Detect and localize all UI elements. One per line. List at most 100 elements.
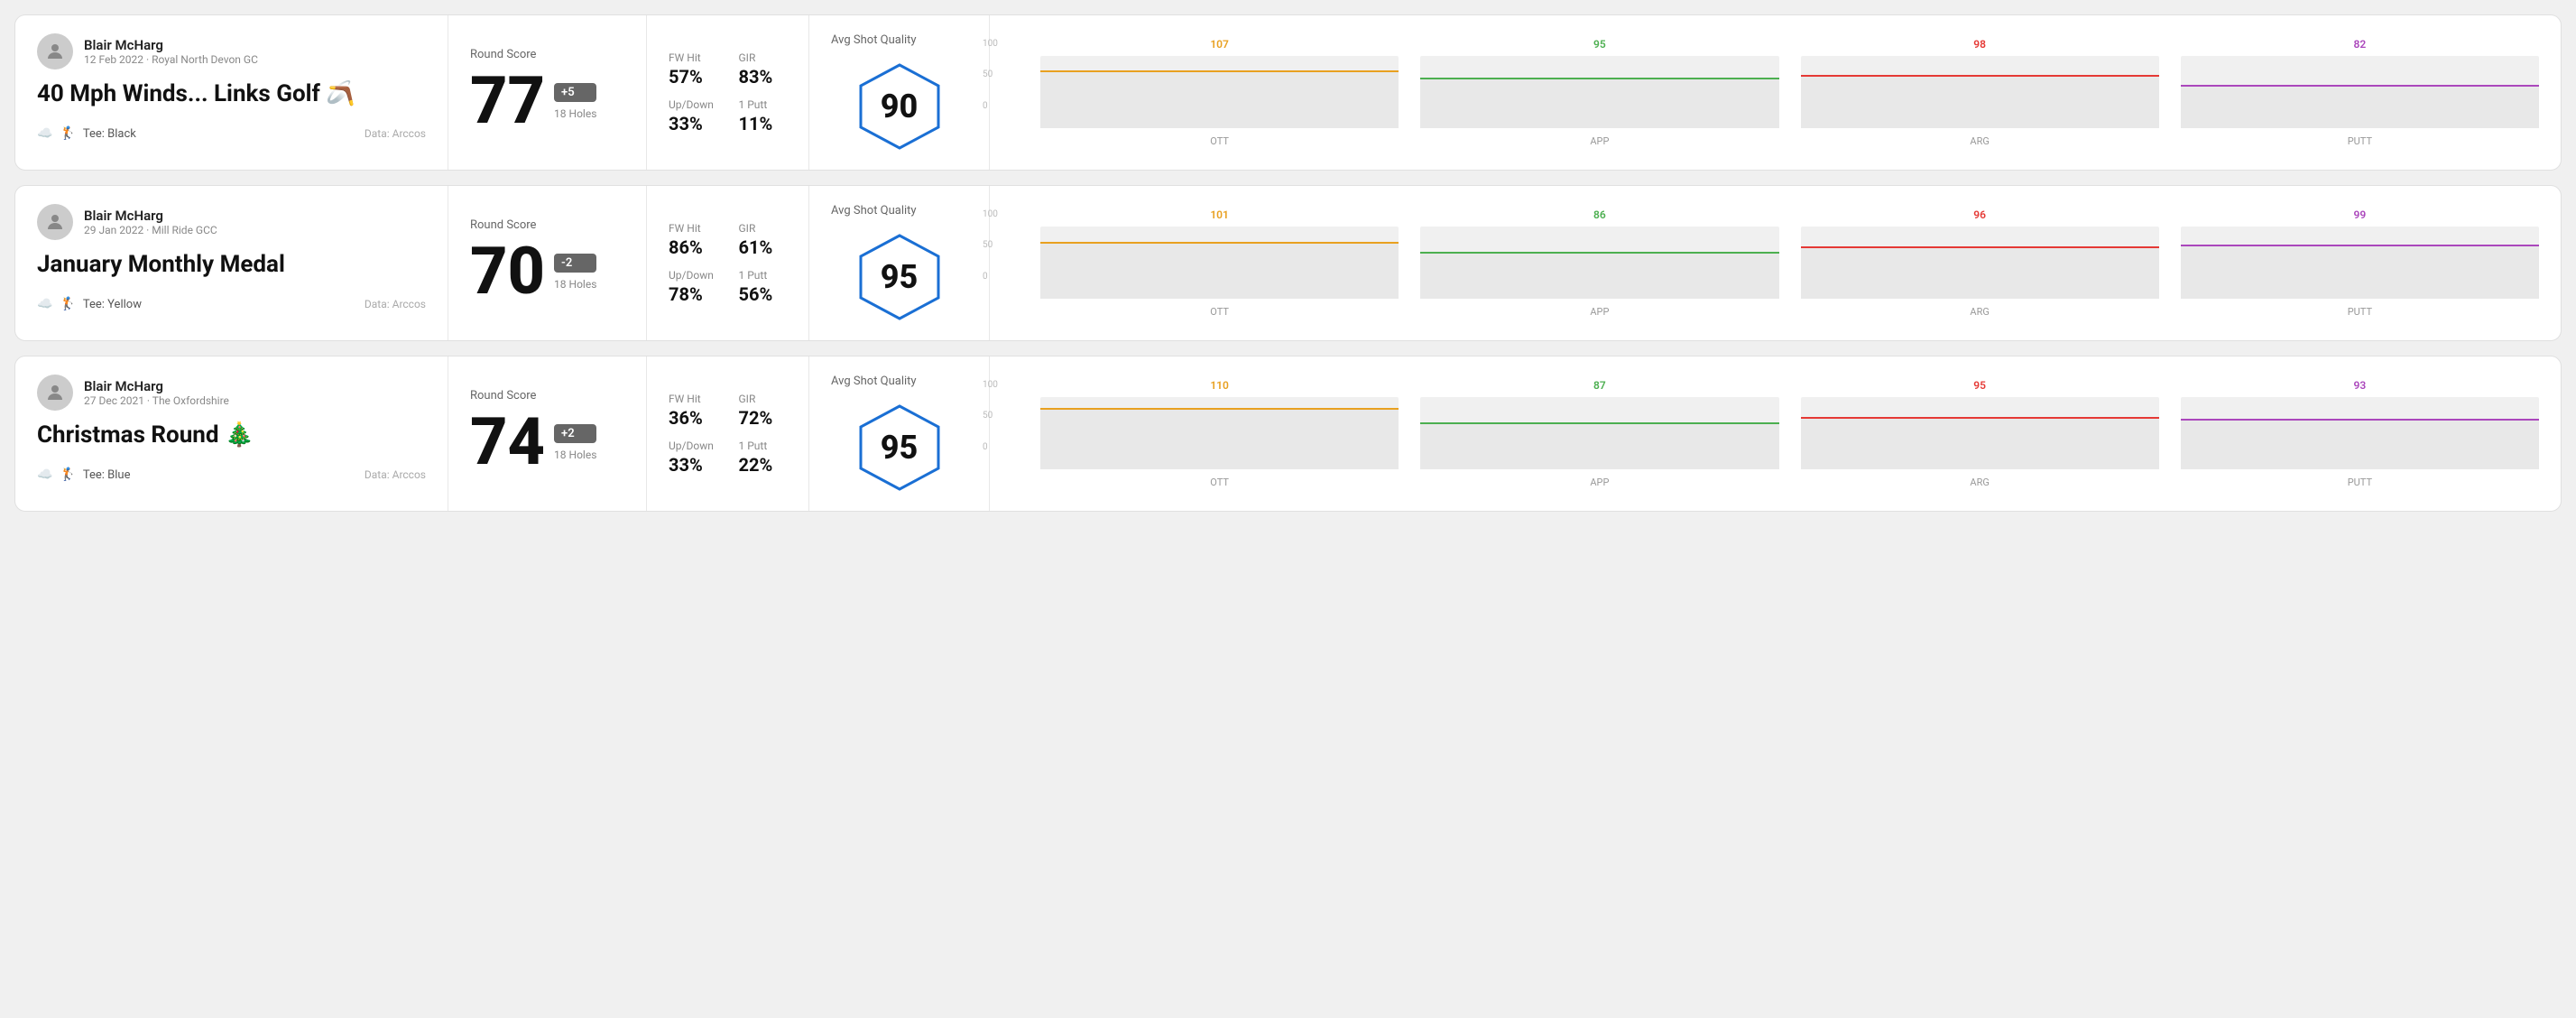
bar-value-label: 99 <box>2354 208 2367 221</box>
card-stats: FW Hit 36% GIR 72% Up/Down 33% 1 Putt 22… <box>647 356 809 511</box>
bar-wrapper <box>1040 56 1399 128</box>
stat-updown: Up/Down 33% <box>669 440 717 476</box>
bar-group-ott: 101 OTT <box>1040 208 1399 318</box>
user-name: Blair McHarg <box>84 208 217 224</box>
score-badge: +2 <box>554 424 596 443</box>
bar-value-label: 95 <box>1973 379 1986 392</box>
bar-value-label: 93 <box>2354 379 2367 392</box>
round-title: January Monthly Medal <box>37 251 426 279</box>
score-meta: -2 18 Holes <box>554 254 596 291</box>
quality-label: Avg Shot Quality <box>831 375 917 388</box>
fw-hit-label: FW Hit <box>669 51 717 64</box>
score-row: 70 -2 18 Holes <box>470 239 624 304</box>
card-chart: 100 50 0 110 OTT 87 APP <box>990 356 2561 511</box>
updown-value: 33% <box>669 113 717 134</box>
bar-axis-label: ARG <box>1970 306 1989 318</box>
weather-icon: ☁️ <box>37 126 52 141</box>
oneputt-label: 1 Putt <box>739 440 788 452</box>
oneputt-label: 1 Putt <box>739 98 788 111</box>
bar-fill <box>2181 419 2539 469</box>
round-card: Blair McHarg 29 Jan 2022 · Mill Ride GCC… <box>14 185 2562 341</box>
card-footer: ☁️ 🏌️ Tee: Blue Data: Arccos <box>37 467 426 482</box>
card-middle: Round Score 77 +5 18 Holes <box>448 15 647 170</box>
gir-value: 83% <box>739 66 788 88</box>
oneputt-value: 22% <box>739 454 788 476</box>
weather-icon: ☁️ <box>37 467 52 482</box>
stat-oneputt: 1 Putt 11% <box>739 98 788 134</box>
hexagon-container: 95 <box>854 403 945 493</box>
bar-value-label: 96 <box>1973 208 1986 221</box>
stat-gir: GIR 72% <box>739 393 788 429</box>
round-score-label: Round Score <box>470 218 624 232</box>
tee-label: Tee: Yellow <box>83 298 142 311</box>
bar-wrapper <box>2181 227 2539 299</box>
bar-axis-label: PUTT <box>2348 306 2372 318</box>
score-badge: +5 <box>554 83 596 102</box>
card-chart: 100 50 0 101 OTT 86 APP <box>990 186 2561 340</box>
user-details: Blair McHarg 27 Dec 2021 · The Oxfordshi… <box>84 378 229 407</box>
card-stats: FW Hit 57% GIR 83% Up/Down 33% 1 Putt 11… <box>647 15 809 170</box>
bar-fill <box>1040 70 1399 128</box>
user-meta: 12 Feb 2022 · Royal North Devon GC <box>84 53 258 66</box>
bar-value-label: 82 <box>2354 38 2367 51</box>
gir-label: GIR <box>739 222 788 235</box>
updown-label: Up/Down <box>669 98 717 111</box>
tee-info: ☁️ 🏌️ Tee: Blue <box>37 467 130 482</box>
card-left: Blair McHarg 27 Dec 2021 · The Oxfordshi… <box>15 356 448 511</box>
bar-axis-label: PUTT <box>2348 135 2372 147</box>
bar-group-app: 86 APP <box>1420 208 1778 318</box>
card-chart: 100 50 0 107 OTT 95 APP <box>990 15 2561 170</box>
stat-fw-hit: FW Hit 36% <box>669 393 717 429</box>
stat-fw-hit: FW Hit 86% <box>669 222 717 258</box>
bar-group-putt: 93 PUTT <box>2181 379 2539 488</box>
updown-value: 78% <box>669 283 717 305</box>
bag-icon: 🏌️ <box>60 126 75 141</box>
bar-axis-label: ARG <box>1970 477 1989 488</box>
fw-hit-label: FW Hit <box>669 393 717 405</box>
bar-axis-label: APP <box>1590 135 1609 147</box>
bar-top-line <box>1420 78 1778 79</box>
score-holes: 18 Holes <box>554 278 596 291</box>
bar-group-arg: 98 ARG <box>1801 38 2159 147</box>
bar-fill <box>1040 408 1399 469</box>
quality-value: 95 <box>881 258 919 296</box>
bar-axis-label: APP <box>1590 306 1609 318</box>
bar-fill <box>1801 246 2159 299</box>
card-quality: Avg Shot Quality 95 <box>809 356 990 511</box>
bar-wrapper <box>1040 397 1399 469</box>
bag-icon: 🏌️ <box>60 467 75 482</box>
round-title: 40 Mph Winds... Links Golf 🪃 <box>37 80 426 108</box>
bar-top-line <box>1040 242 1399 244</box>
bar-value-label: 98 <box>1973 38 1986 51</box>
bar-fill <box>1801 75 2159 127</box>
bar-value-label: 101 <box>1210 208 1229 221</box>
card-middle: Round Score 70 -2 18 Holes <box>448 186 647 340</box>
bar-axis-label: OTT <box>1210 477 1229 488</box>
round-card: Blair McHarg 27 Dec 2021 · The Oxfordshi… <box>14 356 2562 512</box>
bar-value-label: 86 <box>1593 208 1606 221</box>
round-score-label: Round Score <box>470 48 624 61</box>
stat-gir: GIR 61% <box>739 222 788 258</box>
bar-top-line <box>1040 408 1399 410</box>
quality-value: 90 <box>881 88 919 125</box>
gir-value: 72% <box>739 407 788 429</box>
fw-hit-value: 86% <box>669 236 717 258</box>
score-number: 77 <box>470 69 545 134</box>
card-footer: ☁️ 🏌️ Tee: Yellow Data: Arccos <box>37 297 426 311</box>
avatar <box>37 375 73 411</box>
bar-axis-label: PUTT <box>2348 477 2372 488</box>
tee-label: Tee: Black <box>83 127 136 141</box>
user-info: Blair McHarg 27 Dec 2021 · The Oxfordshi… <box>37 375 426 411</box>
avatar <box>37 204 73 240</box>
gir-label: GIR <box>739 393 788 405</box>
bar-top-line <box>2181 245 2539 246</box>
weather-icon: ☁️ <box>37 297 52 311</box>
updown-value: 33% <box>669 454 717 476</box>
stats-grid: FW Hit 57% GIR 83% Up/Down 33% 1 Putt 11… <box>669 51 787 134</box>
bar-wrapper <box>1420 397 1778 469</box>
user-details: Blair McHarg 29 Jan 2022 · Mill Ride GCC <box>84 208 217 236</box>
fw-hit-value: 57% <box>669 66 717 88</box>
bar-group-putt: 82 PUTT <box>2181 38 2539 147</box>
bar-wrapper <box>1801 397 2159 469</box>
bar-fill <box>1420 422 1778 469</box>
